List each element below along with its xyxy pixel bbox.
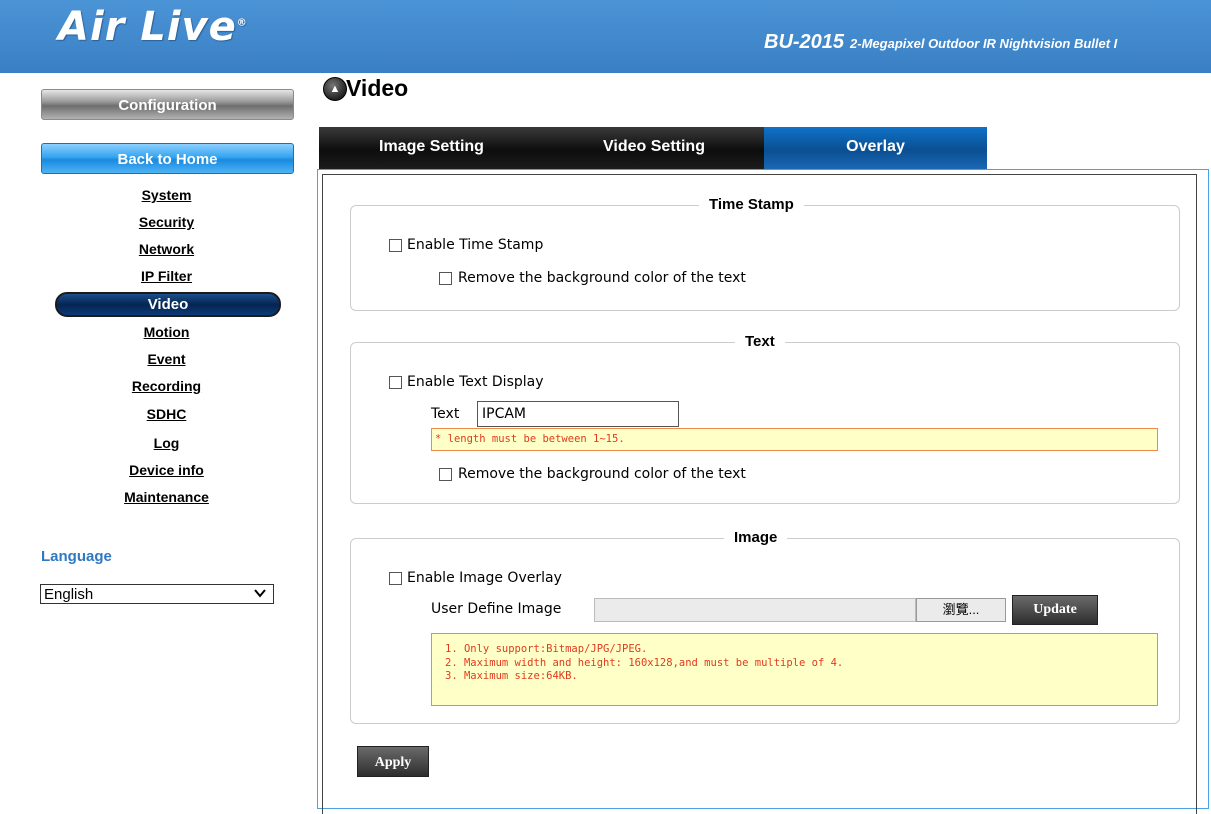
configuration-button[interactable]: Configuration [41,89,294,120]
language-selected-value: English [44,586,94,603]
enable-timestamp-label: Enable Time Stamp [407,237,544,253]
model-description: 2-Megapixel Outdoor IR Nightvision Bulle… [850,36,1118,51]
sidebar-item-event[interactable]: Event [40,349,293,369]
enable-timestamp-checkbox[interactable] [389,239,402,252]
language-select[interactable]: English [40,584,274,604]
logo-text: Air Live [58,4,237,50]
timestamp-remove-bg-checkbox[interactable] [439,272,452,285]
text-remove-bg-checkbox[interactable] [439,468,452,481]
sidebar-item-maintenance[interactable]: Maintenance [40,487,293,507]
browse-button[interactable]: 瀏覽... [916,598,1006,622]
sidebar-item-network[interactable]: Network [40,239,293,259]
timestamp-remove-bg-label: Remove the background color of the text [458,270,746,286]
page-title: Video [346,75,409,101]
tab-bar: Image Setting Video Setting Overlay [319,127,987,169]
image-notes: 1. Only support:Bitmap/JPG/JPEG. 2. Maxi… [431,633,1158,706]
image-legend: Image [724,529,788,546]
sidebar-item-security[interactable]: Security [40,212,293,232]
enable-text-label: Enable Text Display [407,374,544,390]
text-field-label: Text [431,406,460,422]
image-note-1: 1. Only support:Bitmap/JPG/JPEG. [445,643,648,655]
logo-registered-mark: ® [236,17,248,29]
back-to-home-button[interactable]: Back to Home [41,143,294,174]
user-define-image-label: User Define Image [431,601,562,617]
text-legend: Text [735,333,785,350]
model-title: BU-2015 2-Megapixel Outdoor IR Nightvisio… [764,31,1117,54]
language-title: Language [41,548,112,565]
sidebar-item-motion[interactable]: Motion [40,322,293,342]
tab-video-setting[interactable]: Video Setting [544,127,764,169]
video-page-icon: ▲ [323,77,347,101]
model-number: BU-2015 [764,31,845,53]
enable-image-overlay-checkbox[interactable] [389,572,402,585]
update-button[interactable]: Update [1012,595,1098,625]
enable-image-overlay-label: Enable Image Overlay [407,570,562,586]
text-remove-bg-label: Remove the background color of the text [458,466,746,482]
enable-text-checkbox[interactable] [389,376,402,389]
image-note-3: 3. Maximum size:64KB. [445,670,578,682]
image-note-2: 2. Maximum width and height: 160x128,and… [445,656,844,669]
sidebar-item-ip-filter[interactable]: IP Filter [40,266,293,286]
airlive-logo: Air Live® [58,4,248,50]
chevron-down-icon [253,585,267,605]
timestamp-legend: Time Stamp [699,196,804,213]
sidebar-item-system[interactable]: System [40,185,293,205]
timestamp-fieldset [350,205,1180,311]
sidebar-item-recording[interactable]: Recording [40,376,293,396]
tab-image-setting[interactable]: Image Setting [319,127,544,169]
sidebar-item-sdhc[interactable]: SDHC [40,404,293,424]
sidebar-item-device-info[interactable]: Device info [40,460,293,480]
text-length-note: * length must be between 1~15. [431,428,1158,451]
text-input[interactable] [477,401,679,427]
tab-overlay[interactable]: Overlay [764,127,987,169]
header-bar: Air Live® BU-2015 2-Megapixel Outdoor IR … [0,0,1211,73]
image-file-path-field[interactable] [594,598,916,622]
sidebar-item-video[interactable]: Video [55,292,281,317]
apply-button[interactable]: Apply [357,746,429,777]
sidebar-item-log[interactable]: Log [40,433,293,453]
